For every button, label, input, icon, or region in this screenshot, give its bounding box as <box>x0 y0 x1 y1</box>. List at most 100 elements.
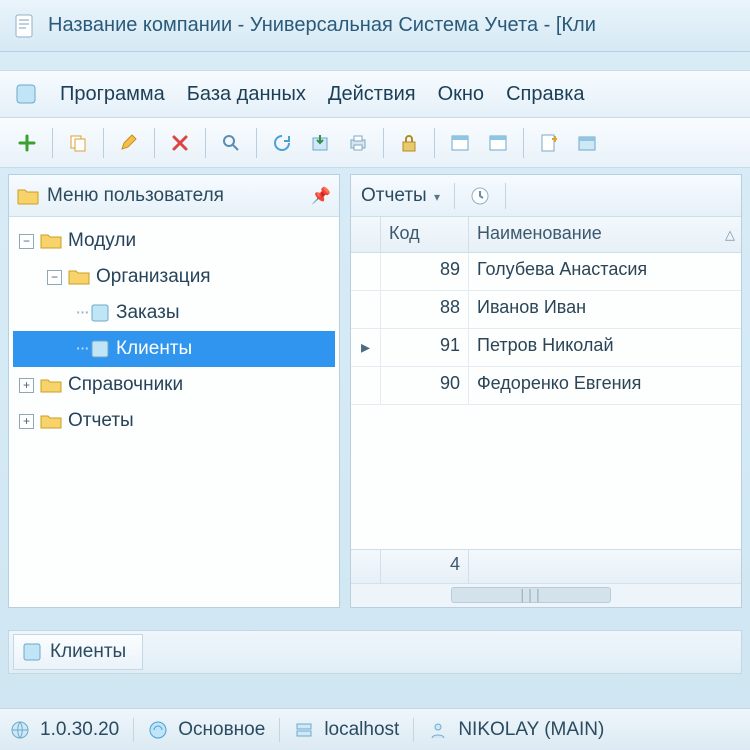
tb-refresh-button[interactable] <box>266 127 298 159</box>
tb-search-button[interactable] <box>215 127 247 159</box>
table-row[interactable]: ▸ 91 Петров Николай <box>351 329 741 367</box>
tree-node-reports[interactable]: + Отчеты <box>13 403 335 439</box>
footer-indicator <box>351 550 381 583</box>
reports-label: Отчеты <box>361 185 427 206</box>
pin-icon[interactable]: 📌 <box>311 186 331 206</box>
tb-edit-button[interactable] <box>113 127 145 159</box>
tab-label: Клиенты <box>50 641 126 663</box>
tree-node-organization[interactable]: − Организация <box>13 259 335 295</box>
folder-open-icon <box>17 187 39 205</box>
app-icon <box>14 14 36 38</box>
reports-dropdown[interactable]: Отчеты ▾ <box>361 185 440 207</box>
expander-icon[interactable]: − <box>19 234 34 249</box>
scrollbar-thumb[interactable]: │││ <box>451 587 611 603</box>
cell-name: Федоренко Евгения <box>469 367 741 404</box>
grid-panel: Отчеты ▾ Код Наименование △ 89 <box>350 174 742 608</box>
tab-clients[interactable]: Клиенты <box>13 634 143 670</box>
folder-open-icon <box>68 268 90 286</box>
module-icon <box>22 642 42 662</box>
tree-node-orders[interactable]: ··· Заказы <box>13 295 335 331</box>
tree-label: Отчеты <box>68 410 134 432</box>
grid-footer: 4 <box>351 549 741 583</box>
window-icon <box>449 132 471 154</box>
tb-sep <box>154 128 155 158</box>
expander-icon[interactable]: + <box>19 414 34 429</box>
row-indicator-current-icon: ▸ <box>351 329 381 366</box>
module-icon <box>90 339 110 359</box>
tb-export-button[interactable] <box>304 127 336 159</box>
tb-open-button[interactable] <box>571 127 603 159</box>
search-icon <box>220 132 242 154</box>
clock-icon[interactable] <box>469 185 491 207</box>
tb-copy-button[interactable] <box>62 127 94 159</box>
export-icon <box>309 132 331 154</box>
folder-icon <box>40 376 62 394</box>
menu-program[interactable]: Программа <box>60 83 165 106</box>
window-title: Название компании - Универсальная Систем… <box>48 14 596 37</box>
tb-window2-button[interactable] <box>482 127 514 159</box>
menu-actions[interactable]: Действия <box>328 83 416 106</box>
gap <box>0 52 750 70</box>
grid-indicator-header <box>351 217 381 252</box>
cell-name: Петров Николай <box>469 329 741 366</box>
menubar: Программа База данных Действия Окно Спра… <box>0 70 750 118</box>
data-grid: Код Наименование △ 89 Голубева Анастасия… <box>351 217 741 607</box>
tree-panel-title: Меню пользователя <box>47 185 311 207</box>
tree-node-clients[interactable]: ··· Клиенты <box>13 331 335 367</box>
expander-icon[interactable]: + <box>19 378 34 393</box>
globe-icon <box>10 720 30 740</box>
connection-icon <box>148 720 168 740</box>
toolbar <box>0 118 750 168</box>
table-row[interactable]: 88 Иванов Иван <box>351 291 741 329</box>
server-icon <box>294 720 314 740</box>
row-indicator <box>351 367 381 404</box>
tb-sep <box>52 128 53 158</box>
menu-help[interactable]: Справка <box>506 83 584 106</box>
statusbar: 1.0.30.20 Основное localhost NIKOLAY (MA… <box>0 708 750 750</box>
tree-label: Клиенты <box>116 338 192 360</box>
grid-header: Код Наименование △ <box>351 217 741 253</box>
grid-toolbar: Отчеты ▾ <box>351 175 741 217</box>
cell-name: Иванов Иван <box>469 291 741 328</box>
tb-sep <box>103 128 104 158</box>
tb-sep <box>256 128 257 158</box>
pencil-icon <box>118 132 140 154</box>
tree-panel-header: Меню пользователя 📌 <box>9 175 339 217</box>
tb-sep <box>205 128 206 158</box>
col-name-header[interactable]: Наименование △ <box>469 217 741 252</box>
menu-database[interactable]: База данных <box>187 83 306 106</box>
sep <box>413 718 414 742</box>
tree-label: Справочники <box>68 374 183 396</box>
menu-app-icon <box>14 82 38 106</box>
user-icon <box>428 720 448 740</box>
sort-asc-icon: △ <box>725 227 735 243</box>
expander-icon[interactable]: − <box>47 270 62 285</box>
menu-window[interactable]: Окно <box>438 83 484 106</box>
tree-node-refs[interactable]: + Справочники <box>13 367 335 403</box>
col-code-header[interactable]: Код <box>381 217 469 252</box>
tree: − Модули − Организация ··· Заказы ··· <box>9 217 339 445</box>
tb-delete-button[interactable] <box>164 127 196 159</box>
horizontal-scrollbar[interactable]: │││ <box>351 583 741 607</box>
sep <box>133 718 134 742</box>
table-row[interactable]: 90 Федоренко Евгения <box>351 367 741 405</box>
grid-body: 89 Голубева Анастасия 88 Иванов Иван ▸ 9… <box>351 253 741 405</box>
table-row[interactable]: 89 Голубева Анастасия <box>351 253 741 291</box>
tb-print-button[interactable] <box>342 127 374 159</box>
row-indicator <box>351 291 381 328</box>
tree-panel: Меню пользователя 📌 − Модули − Организац… <box>8 174 340 608</box>
tb-lock-button[interactable] <box>393 127 425 159</box>
tree-label: Организация <box>96 266 211 288</box>
tb-new-button[interactable] <box>533 127 565 159</box>
status-user: NIKOLAY (MAIN) <box>458 719 604 741</box>
tree-line-icon: ··· <box>75 302 88 324</box>
module-icon <box>90 303 110 323</box>
cell-code: 88 <box>381 291 469 328</box>
titlebar: Название компании - Универсальная Систем… <box>0 0 750 52</box>
tb-window1-button[interactable] <box>444 127 476 159</box>
tb-add-button[interactable] <box>11 127 43 159</box>
grid-empty <box>351 405 741 549</box>
status-connection: Основное <box>178 719 265 741</box>
tree-node-modules[interactable]: − Модули <box>13 223 335 259</box>
print-icon <box>347 132 369 154</box>
